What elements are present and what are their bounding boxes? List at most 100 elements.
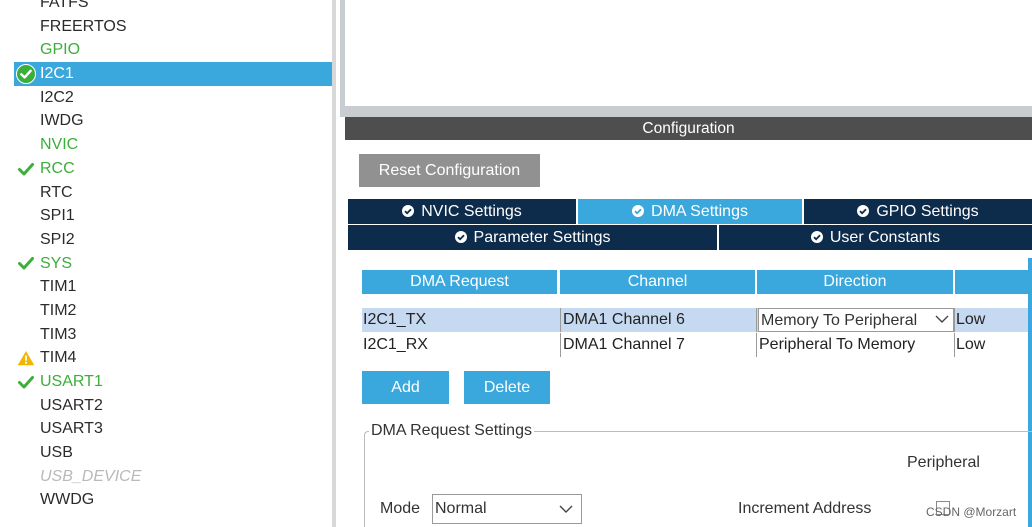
sidebar-item-label: TIM2 [40,301,77,319]
sidebar-item-rtc[interactable]: RTC [14,181,332,205]
configuration-header: Configuration [345,117,1032,140]
sidebar-item-tim2[interactable]: TIM2 [14,299,332,323]
cell-priority-text: Low [956,311,986,328]
sidebar-item-usart3[interactable]: USART3 [14,417,332,441]
sidebar-item-tim4[interactable]: TIM4 [14,346,332,370]
delete-dma-request-button[interactable]: Delete [464,371,550,404]
cell-dma-request: I2C1_TX [363,311,427,328]
sidebar-item-i2c2[interactable]: I2C2 [14,86,332,110]
sidebar-item-label: SYS [40,254,73,272]
panel-divider[interactable] [332,0,336,527]
mode-select-value: Normal [435,500,487,517]
sidebar-item-label: NVIC [40,136,79,154]
check-circle-icon [632,205,645,217]
sidebar-item-label: SPI1 [40,207,75,225]
tab-label: Parameter Settings [473,229,611,246]
table-row[interactable]: I2C1_RX DMA1 Channel 7 Peripheral To Mem… [362,333,1028,357]
cell-direction: Peripheral To Memory [756,333,954,357]
column-header-priority[interactable] [955,270,1028,294]
table-row[interactable]: I2C1_TX DMA1 Channel 6 Memory To Periphe… [362,308,1028,332]
peripheral-list-panel: FATFS FREERTOS GPIO I2C1 I2C2 IWDG NVIC RCC RTC S… [0,0,336,527]
sidebar-item-rcc[interactable]: RCC [14,157,332,181]
sidebar-item-freertos[interactable]: FREERTOS [14,15,332,39]
sidebar-item-label: WWDG [40,491,95,509]
mode-label: Mode [380,500,421,517]
sidebar-item-usb[interactable]: USB [14,441,332,465]
sidebar-item-label: FATFS [40,0,89,11]
cell-priority: Low [954,308,1028,332]
tab-label: User Constants [829,229,941,246]
sidebar-item-tim1[interactable]: TIM1 [14,275,332,299]
sidebar-item-label: USART2 [40,396,103,414]
peripheral-column-label: Peripheral [907,454,980,471]
cell-channel-text: DMA1 Channel 6 [563,311,685,328]
column-header-channel[interactable]: Channel [560,270,755,294]
tab-dma-settings[interactable]: DMA Settings [578,199,802,224]
cell-direction: Memory To Peripheral [756,308,954,332]
tab-label: GPIO Settings [876,203,979,220]
check-circle-icon [857,205,870,217]
direction-select[interactable]: Memory To Peripheral [758,308,954,332]
check-circle-icon [810,231,823,243]
sidebar-item-usart2[interactable]: USART2 [14,394,332,418]
check-circle-icon [402,205,415,217]
watermark-text: CSDN @Morzart [926,505,1017,519]
sidebar-item-tim3[interactable]: TIM3 [14,323,332,347]
tab-user-constants[interactable]: User Constants [719,225,1032,250]
column-header-direction[interactable]: Direction [757,270,953,294]
sidebar-item-usb-device[interactable]: USB_DEVICE [14,465,332,489]
tab-label: NVIC Settings [421,203,522,220]
sidebar-item-label: RCC [40,159,75,177]
check-icon [15,157,37,181]
pinout-area [345,0,1032,106]
cell-direction-text: Peripheral To Memory [759,336,916,353]
chevron-down-icon [559,505,573,513]
sidebar-item-fatfs[interactable]: FATFS [14,0,332,15]
sidebar-item-label: RTC [40,183,73,201]
mode-select[interactable]: Normal [432,494,582,524]
cell-channel: DMA1 Channel 6 [560,308,756,332]
sidebar-item-sys[interactable]: SYS [14,252,332,276]
cell-channel: DMA1 Channel 7 [560,333,756,357]
sidebar-item-label: FREERTOS [40,17,127,35]
reset-configuration-button[interactable]: Reset Configuration [359,154,540,187]
cell-priority-text: Low [956,336,986,353]
sidebar-item-spi1[interactable]: SPI1 [14,204,332,228]
sidebar-item-i2c1[interactable]: I2C1 [14,62,332,86]
sidebar-item-label: SPI2 [40,230,75,248]
warning-triangle-icon [15,346,37,370]
chevron-down-icon [935,315,949,323]
sidebar-item-label: USB [40,444,73,462]
sidebar-item-iwdg[interactable]: IWDG [14,109,332,133]
tab-parameter-settings[interactable]: Parameter Settings [348,225,717,250]
sidebar-item-label: GPIO [40,41,81,59]
check-icon [15,370,37,394]
sidebar-item-gpio[interactable]: GPIO [14,38,332,62]
sidebar-item-label: USB_DEVICE [40,467,142,485]
tab-nvic-settings[interactable]: NVIC Settings [348,199,576,224]
direction-select-value: Memory To Peripheral [761,312,918,329]
cell-dma-request: I2C1_RX [363,336,428,353]
cell-channel-text: DMA1 Channel 7 [563,336,685,353]
cell-priority: Low [954,333,1028,357]
tab-label: DMA Settings [651,203,748,220]
increment-address-label: Increment Address [738,500,872,517]
column-header-dma-request[interactable]: DMA Request [362,270,557,294]
check-circle-icon [454,231,467,243]
tab-gpio-settings[interactable]: GPIO Settings [804,199,1032,224]
sidebar-item-label: I2C1 [40,65,74,83]
sidebar-item-nvic[interactable]: NVIC [14,133,332,157]
add-dma-request-button[interactable]: Add [362,371,449,404]
peripheral-list: FATFS FREERTOS GPIO I2C1 I2C2 IWDG NVIC RCC RTC S… [14,0,332,512]
sidebar-item-wwdg[interactable]: WWDG [14,488,332,512]
dma-request-settings-legend: DMA Request Settings [369,421,534,441]
sidebar-item-label: TIM4 [40,349,77,367]
sidebar-item-label: TIM3 [40,325,77,343]
sidebar-item-label: USART1 [40,373,103,390]
sidebar-item-label: TIM1 [40,278,77,296]
sidebar-item-spi2[interactable]: SPI2 [14,228,332,252]
check-icon [15,252,37,276]
sidebar-item-label: USART3 [40,420,103,438]
sidebar-item-usart1[interactable]: USART1 [14,370,332,394]
sidebar-item-label: I2C2 [40,88,74,106]
